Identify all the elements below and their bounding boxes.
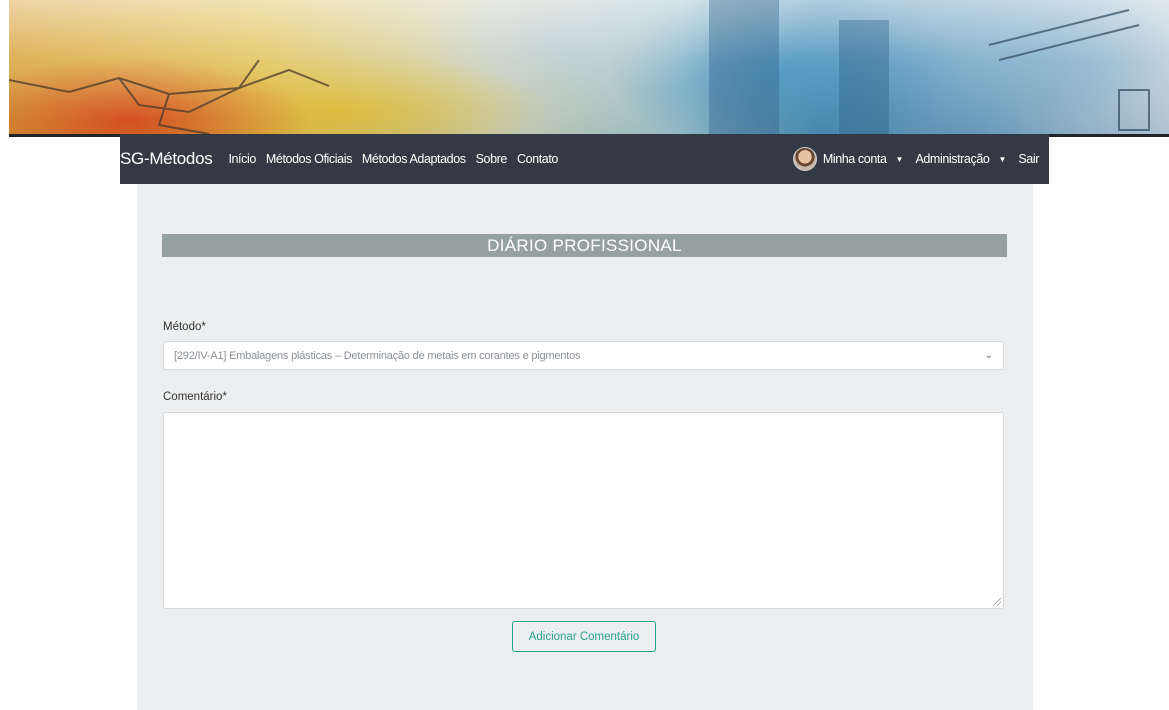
method-select[interactable]: [292/IV-A1] Embalagens plásticas – Deter… — [163, 341, 1004, 370]
resize-handle-icon[interactable] — [993, 598, 1001, 606]
nav-link-metodos-oficiais[interactable]: Métodos Oficiais — [266, 152, 352, 166]
admin-label: Administração — [915, 152, 990, 166]
nav-link-sobre[interactable]: Sobre — [476, 152, 508, 166]
caret-down-icon: ▼ — [998, 154, 1007, 164]
method-label: Método* — [163, 321, 206, 333]
header-banner — [9, 0, 1169, 137]
caret-down-icon: ▼ — [895, 154, 904, 164]
admin-dropdown[interactable]: Administração ▼ — [915, 152, 1006, 166]
content-panel: DIÁRIO PROFISSIONAL Método* [292/IV-A1] … — [137, 184, 1033, 710]
nav-link-contato[interactable]: Contato — [517, 152, 558, 166]
method-select-value: [292/IV-A1] Embalagens plásticas – Deter… — [174, 349, 581, 362]
comment-textarea[interactable] — [163, 412, 1004, 609]
brand-logo[interactable]: SG-Métodos — [120, 149, 213, 169]
page-title: DIÁRIO PROFISSIONAL — [162, 234, 1007, 257]
add-comment-button[interactable]: Adicionar Comentário — [512, 621, 656, 652]
nav-link-inicio[interactable]: Início — [228, 152, 256, 166]
chevron-down-icon: ⌄ — [984, 350, 993, 361]
user-avatar — [792, 147, 817, 171]
nav-link-metodos-adaptados[interactable]: Métodos Adaptados — [362, 152, 466, 166]
top-navbar: SG-Métodos Início Métodos Oficiais Métod… — [120, 134, 1049, 184]
nav-right: Minha conta ▼ Administração ▼ Sair — [792, 147, 1049, 171]
logout-link[interactable]: Sair — [1018, 152, 1039, 166]
comment-label: Comentário* — [163, 391, 227, 403]
account-dropdown[interactable]: Minha conta ▼ — [792, 147, 904, 171]
account-label: Minha conta — [822, 152, 887, 166]
banner-molecule-illustration — [9, 0, 1150, 134]
nav-links: Início Métodos Oficiais Métodos Adaptado… — [228, 152, 558, 166]
